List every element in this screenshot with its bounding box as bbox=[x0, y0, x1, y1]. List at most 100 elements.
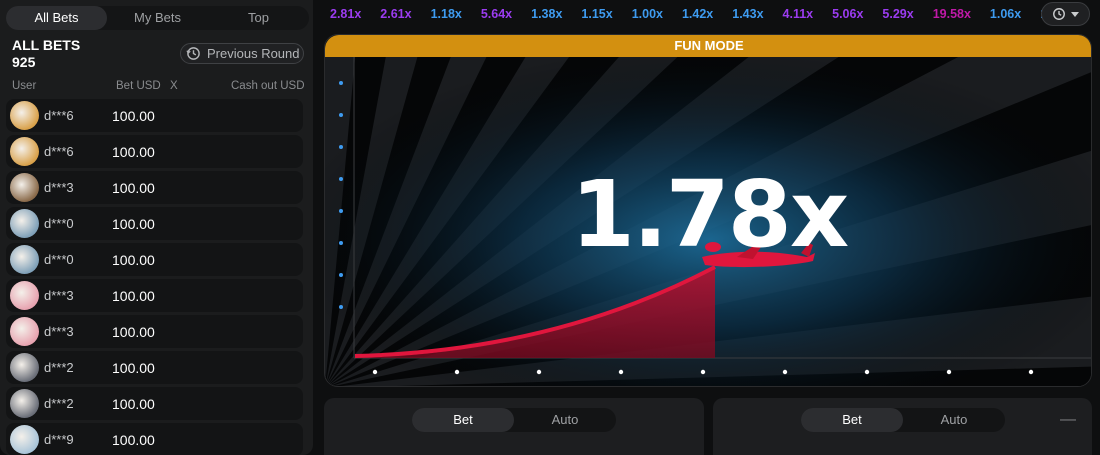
tab-top[interactable]: Top bbox=[208, 6, 309, 30]
y-axis-dot bbox=[339, 305, 343, 309]
tab-my-bets[interactable]: My Bets bbox=[107, 6, 208, 30]
bet-mode-toggle-2: Bet Auto bbox=[801, 408, 1005, 432]
bet-amount: 100.00 bbox=[112, 179, 155, 196]
history-multiplier[interactable]: 5.06x bbox=[832, 7, 863, 21]
username: d***3 bbox=[44, 180, 74, 195]
game-canvas: FUN MODE 1.78x bbox=[324, 34, 1092, 387]
history-multiplier[interactable]: 5.64x bbox=[481, 7, 512, 21]
current-multiplier: 1.78x bbox=[570, 161, 849, 268]
bet-amount: 100.00 bbox=[112, 323, 155, 340]
previous-round-button[interactable]: Previous Round bbox=[180, 43, 304, 64]
bet-panel-1: Bet Auto bbox=[324, 398, 704, 455]
history-multiplier[interactable]: 1.42x bbox=[682, 7, 713, 21]
x-axis-dot bbox=[618, 369, 624, 375]
table-row: d***3 100.00 bbox=[6, 315, 303, 348]
table-row: d***2 100.00 bbox=[6, 387, 303, 420]
history-multiplier[interactable]: 2.81x bbox=[330, 7, 361, 21]
tab-all-bets[interactable]: All Bets bbox=[6, 6, 107, 30]
history-multiplier[interactable]: 1.06x bbox=[990, 7, 1021, 21]
x-axis-dot bbox=[372, 369, 378, 375]
bet-panel-2: Bet Auto — bbox=[713, 398, 1092, 455]
history-multiplier[interactable]: 2.61x bbox=[380, 7, 411, 21]
bet-amount: 100.00 bbox=[112, 395, 155, 412]
tab-bet[interactable]: Bet bbox=[801, 408, 903, 432]
username: d***0 bbox=[44, 252, 74, 267]
all-bets-title: ALL BETS bbox=[12, 37, 81, 53]
avatar bbox=[10, 173, 39, 202]
username: d***3 bbox=[44, 288, 74, 303]
column-bet: Bet USD bbox=[116, 80, 161, 92]
table-row: d***3 100.00 bbox=[6, 279, 303, 312]
table-row: d***6 100.00 bbox=[6, 99, 303, 132]
previous-round-label: Previous Round bbox=[207, 46, 300, 61]
table-row: d***0 100.00 bbox=[6, 207, 303, 240]
x-axis-dot bbox=[536, 369, 542, 375]
history-multiplier[interactable]: 1.38x bbox=[531, 7, 562, 21]
table-row: d***0 100.00 bbox=[6, 243, 303, 276]
username: d***2 bbox=[44, 396, 74, 411]
bets-panel: All Bets My Bets Top ALL BETS 925 Previo… bbox=[0, 0, 313, 455]
username: d***0 bbox=[44, 216, 74, 231]
history-multiplier[interactable]: 4.11x bbox=[783, 7, 814, 21]
fun-mode-bar: FUN MODE bbox=[325, 35, 1091, 57]
bet-amount: 100.00 bbox=[112, 359, 155, 376]
avatar bbox=[10, 209, 39, 238]
column-x: X bbox=[170, 80, 178, 92]
tab-bet[interactable]: Bet bbox=[412, 408, 514, 432]
avatar bbox=[10, 281, 39, 310]
chevron-down-icon bbox=[1070, 12, 1079, 17]
y-axis-dot bbox=[339, 145, 343, 149]
avatar bbox=[10, 389, 39, 418]
bet-amount: 100.00 bbox=[112, 143, 155, 160]
x-axis-dot bbox=[864, 369, 870, 375]
column-cashout: Cash out USD bbox=[231, 80, 305, 92]
y-axis-dot bbox=[339, 273, 343, 277]
bet-mode-toggle-1: Bet Auto bbox=[412, 408, 616, 432]
all-bets-count: 925 bbox=[12, 54, 36, 70]
y-axis-dot bbox=[339, 113, 343, 117]
table-row: d***6 100.00 bbox=[6, 135, 303, 168]
tab-auto[interactable]: Auto bbox=[514, 408, 616, 432]
bet-amount: 100.00 bbox=[112, 107, 155, 124]
aviator-app: All Bets My Bets Top ALL BETS 925 Previo… bbox=[0, 0, 1100, 455]
table-row: d***2 100.00 bbox=[6, 351, 303, 384]
x-axis-dot bbox=[700, 369, 706, 375]
bet-amount: 100.00 bbox=[112, 431, 155, 448]
remove-bet-panel-button[interactable]: — bbox=[1058, 412, 1078, 428]
avatar bbox=[10, 245, 39, 274]
username: d***9 bbox=[44, 432, 74, 447]
history-toggle-button[interactable] bbox=[1041, 2, 1090, 26]
bets-tabs: All Bets My Bets Top bbox=[6, 6, 309, 30]
username: d***3 bbox=[44, 324, 74, 339]
table-row: d***3 100.00 bbox=[6, 171, 303, 204]
x-axis-dot bbox=[782, 369, 788, 375]
history-icon bbox=[1052, 8, 1065, 20]
bet-amount: 100.00 bbox=[112, 287, 155, 304]
history-multiplier[interactable]: 1.43x bbox=[732, 7, 763, 21]
username: d***6 bbox=[44, 108, 74, 123]
history-multiplier[interactable]: 1.00x bbox=[632, 7, 663, 21]
table-row: d***9 100.00 bbox=[6, 423, 303, 455]
column-user: User bbox=[12, 80, 37, 92]
history-icon bbox=[186, 47, 200, 60]
history-multiplier[interactable]: 1.18x bbox=[431, 7, 462, 21]
multiplier-history: 2.81x 2.61x 1.18x 5.64x 1.38x 1.15x 1.00x 1.42x… bbox=[330, 0, 1100, 28]
avatar bbox=[10, 353, 39, 382]
avatar bbox=[10, 317, 39, 346]
y-axis-dot bbox=[339, 81, 343, 85]
tab-auto[interactable]: Auto bbox=[903, 408, 1005, 432]
avatar bbox=[10, 425, 39, 454]
x-axis-dot bbox=[454, 369, 460, 375]
history-multiplier[interactable]: 1.15x bbox=[581, 7, 612, 21]
username: d***2 bbox=[44, 360, 74, 375]
username: d***6 bbox=[44, 144, 74, 159]
avatar bbox=[10, 101, 39, 130]
bet-amount: 100.00 bbox=[112, 215, 155, 232]
history-multiplier[interactable]: 19.58x bbox=[933, 7, 971, 21]
avatar bbox=[10, 137, 39, 166]
x-axis-dot bbox=[946, 369, 952, 375]
bets-list: d***6 100.00 d***6 100.00 d***3 100.00 d***0 10… bbox=[6, 99, 303, 455]
history-multiplier[interactable]: 5.29x bbox=[882, 7, 913, 21]
bet-amount: 100.00 bbox=[112, 251, 155, 268]
x-axis-dot bbox=[1028, 369, 1034, 375]
